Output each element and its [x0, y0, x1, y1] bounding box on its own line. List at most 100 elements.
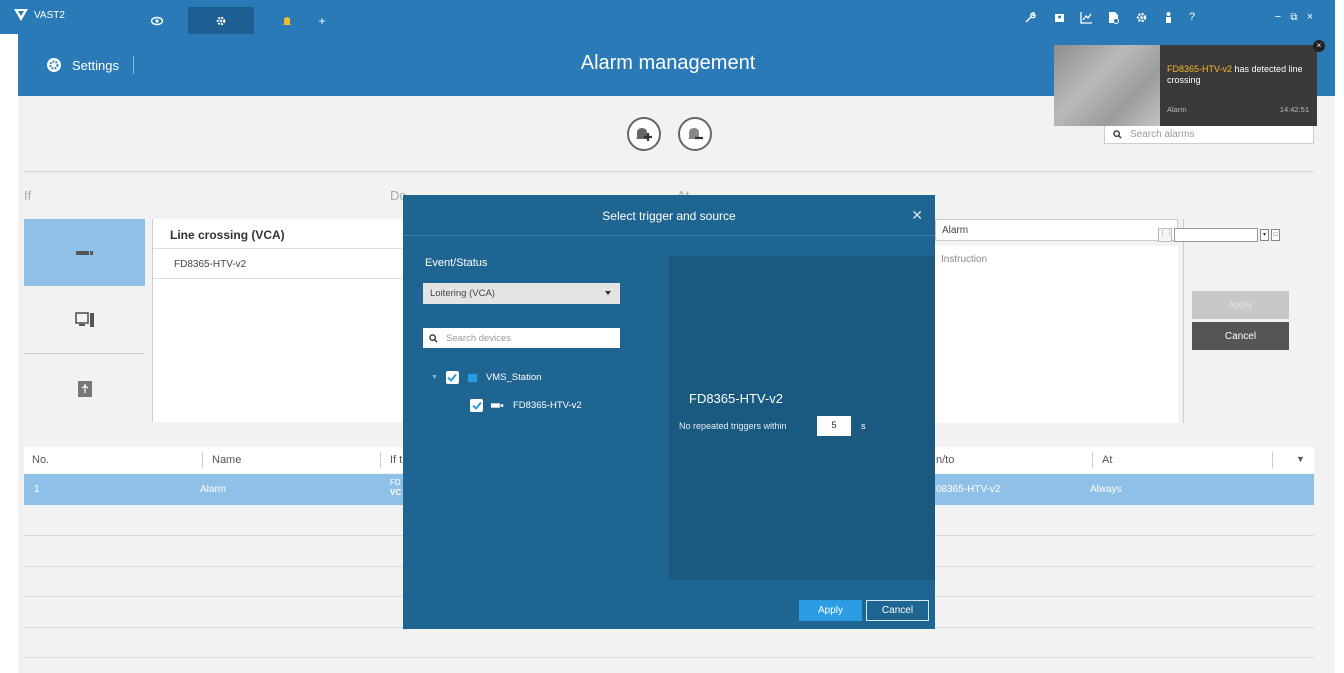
- help-icon[interactable]: ?: [1184, 10, 1200, 24]
- notification-device: FD8365-HTV-v2: [1167, 64, 1233, 74]
- plus-icon: +: [318, 13, 326, 28]
- cancel-button[interactable]: Cancel: [1192, 322, 1289, 350]
- row-divider: [24, 657, 1314, 658]
- grip-icon: ⋮⋮: [1158, 227, 1173, 242]
- search-alarms-input[interactable]: Search alarms: [1104, 124, 1314, 144]
- title-bar: VAST2 + ? − ⧉ ×: [0, 0, 1335, 34]
- station-icon: [467, 373, 478, 383]
- search-devices-placeholder: Search devices: [446, 332, 511, 344]
- app-name: VAST2: [34, 9, 65, 21]
- io-trigger-tile[interactable]: [24, 355, 145, 422]
- select-trigger-dialog: Select trigger and source ✕ Event/Status…: [403, 195, 935, 629]
- notification-message: FD8365-HTV-v2 has detected line crossing: [1167, 64, 1312, 86]
- row-no: 1: [34, 484, 40, 495]
- event-status-label: Event/Status: [425, 257, 488, 269]
- event-status-value: Loitering (VCA): [430, 288, 495, 299]
- col-header-name[interactable]: Name: [212, 454, 241, 466]
- trigger-panel: Line crossing (VCA) FD8365-HTV-v2: [152, 219, 404, 422]
- chevron-down-icon: [605, 291, 611, 295]
- trigger-category-list: [24, 219, 145, 422]
- selected-device-name: FD8365-HTV-v2: [689, 391, 783, 406]
- search-icon: [429, 333, 438, 343]
- row-at: Always: [1090, 484, 1122, 495]
- restore-button[interactable]: ⧉: [1286, 10, 1302, 24]
- divider: [403, 235, 935, 236]
- add-alarm-icon: [636, 128, 652, 141]
- device-settings-pane: FD8365-HTV-v2 No repeated triggers withi…: [669, 256, 935, 580]
- dialog-apply-button[interactable]: Apply: [799, 600, 862, 621]
- id-card-icon[interactable]: [1051, 10, 1067, 24]
- tree-item-device[interactable]: FD8365-HTV-v2: [470, 399, 582, 412]
- column-separator: [1092, 452, 1093, 468]
- add-tab-button[interactable]: +: [302, 7, 342, 34]
- camera-trigger-tile[interactable]: [24, 219, 145, 286]
- add-alarm-button[interactable]: [627, 117, 661, 151]
- vast-logo-icon: [14, 9, 28, 21]
- divider: [24, 171, 1314, 172]
- wrench-icon[interactable]: [1022, 10, 1038, 24]
- tree-label-vms-station: VMS_Station: [485, 372, 542, 383]
- tree-label-device: FD8365-HTV-v2: [513, 400, 582, 411]
- computer-icon: [74, 312, 94, 327]
- check-icon: [447, 373, 458, 382]
- schedule-field[interactable]: [1174, 227, 1258, 242]
- camera-icon: [75, 250, 93, 255]
- search-alarms-placeholder: Search alarms: [1130, 128, 1195, 140]
- dialog-cancel-button[interactable]: Cancel: [866, 600, 929, 621]
- trigger-source[interactable]: FD8365-HTV-v2: [153, 249, 404, 279]
- search-devices-input[interactable]: Search devices: [423, 328, 620, 348]
- checkbox-vms-station[interactable]: [445, 371, 459, 384]
- column-separator: [380, 452, 381, 468]
- column-menu-icon[interactable]: ▼: [1296, 454, 1305, 464]
- close-notification-icon[interactable]: ×: [1313, 40, 1325, 52]
- no-repeat-label: No repeated triggers within: [679, 421, 787, 431]
- row-on-to: 08365-HTV-v2: [936, 484, 1001, 495]
- notification-type: Alarm: [1167, 105, 1187, 114]
- app-window: VAST2 + ? − ⧉ × Settings Alarm managemen…: [0, 0, 1344, 673]
- trigger-name: Line crossing (VCA): [153, 219, 404, 249]
- if-section-label: If: [24, 188, 32, 203]
- file-icon[interactable]: [1105, 10, 1121, 24]
- close-button[interactable]: ×: [1302, 10, 1318, 24]
- event-status-select[interactable]: Loitering (VCA): [423, 283, 620, 304]
- notification-time: 14:42:51: [1279, 105, 1309, 114]
- remove-alarm-button[interactable]: [678, 117, 712, 151]
- search-icon: [1113, 129, 1122, 139]
- alarm-name-field[interactable]: Alarm: [935, 219, 1178, 241]
- person-icon[interactable]: [1160, 10, 1176, 24]
- col-header-if[interactable]: If t: [390, 454, 402, 466]
- window-icon[interactable]: □: [1271, 228, 1280, 241]
- col-header-on-to[interactable]: n/to: [936, 454, 954, 466]
- column-separator: [202, 452, 203, 468]
- no-repeat-input[interactable]: 5: [817, 416, 851, 436]
- tab-liveview[interactable]: [124, 7, 190, 34]
- minimize-button[interactable]: −: [1270, 10, 1286, 24]
- eye-icon: [151, 16, 163, 25]
- schedule-combo[interactable]: ⋮⋮ ▾ □: [1158, 227, 1292, 242]
- col-header-at[interactable]: At: [1102, 454, 1112, 466]
- close-icon[interactable]: ✕: [911, 207, 923, 224]
- dialog-title: Select trigger and source: [602, 209, 736, 223]
- expand-arrow-icon[interactable]: ▼: [431, 374, 438, 381]
- divider: [1183, 219, 1184, 423]
- tree-item-vms-station[interactable]: ▼ VMS_Station: [431, 371, 541, 384]
- chart-icon[interactable]: [1078, 10, 1094, 24]
- gear-icon: [216, 16, 226, 25]
- gear-icon[interactable]: [1133, 10, 1149, 24]
- app-logo: VAST2: [14, 9, 65, 21]
- window-edge: [1335, 0, 1344, 673]
- alarm-notification[interactable]: FD8365-HTV-v2 has detected line crossing…: [1054, 45, 1317, 126]
- apply-button[interactable]: Apply: [1192, 291, 1289, 319]
- usb-device-icon: [77, 380, 92, 397]
- no-repeat-unit: s: [861, 421, 866, 431]
- dropdown-icon[interactable]: ▾: [1260, 228, 1269, 241]
- system-trigger-tile[interactable]: [24, 287, 145, 354]
- instruction-field[interactable]: Instruction: [935, 246, 1178, 423]
- tab-settings[interactable]: [188, 7, 254, 34]
- row-name: Alarm: [200, 484, 227, 495]
- camera-icon: [491, 403, 504, 408]
- bell-icon: [283, 16, 291, 25]
- check-icon: [471, 401, 482, 410]
- checkbox-device[interactable]: [470, 399, 483, 412]
- col-header-no[interactable]: No.: [32, 454, 49, 466]
